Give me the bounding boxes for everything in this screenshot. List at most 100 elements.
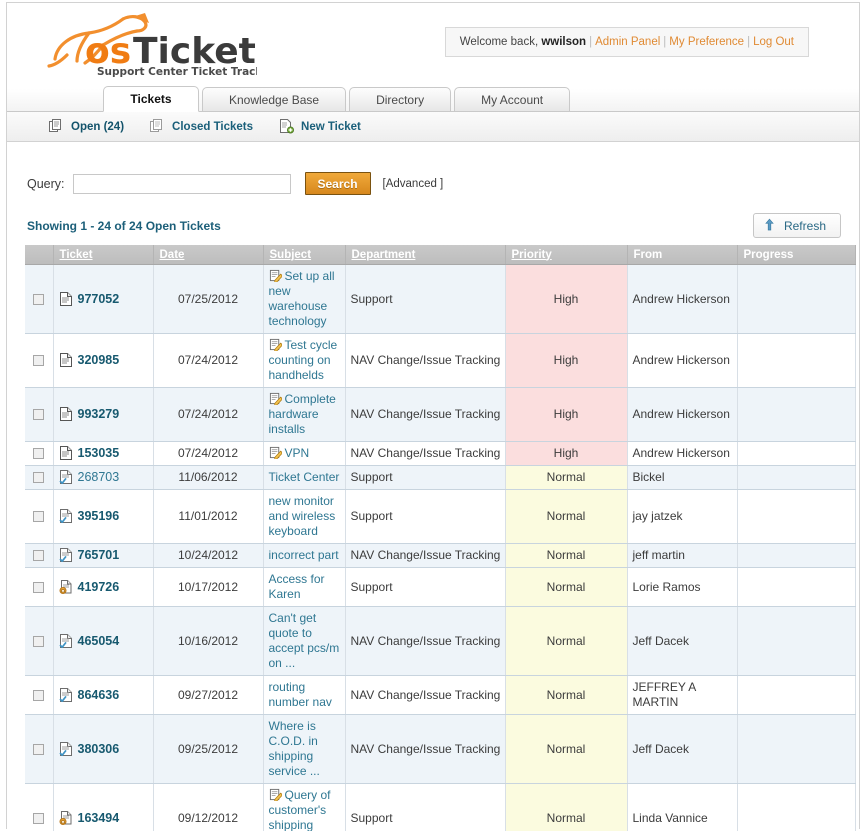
ticket-subject-link[interactable]: routing number nav [269, 680, 332, 709]
ticket-subject-cell[interactable]: VPN [263, 441, 346, 466]
ticket-number-cell[interactable]: 395196 [53, 489, 154, 544]
ticket-subject-cell[interactable]: Query of customer's shipping methods [263, 783, 346, 831]
table-row[interactable]: 320985 07/24/2012 Test cycle counting on h… [25, 333, 856, 388]
table-row[interactable]: 993279 07/24/2012 Complete hardware instal… [25, 387, 856, 442]
row-select-cell[interactable] [25, 264, 54, 334]
row-select-cell[interactable] [25, 465, 54, 490]
ticket-number-cell[interactable]: 268703 [53, 465, 154, 490]
ticket-number-cell[interactable]: 765701 [53, 543, 154, 568]
column-header-priority[interactable]: Priority [505, 245, 628, 265]
ticket-number-link[interactable]: 465054 [78, 634, 120, 648]
subnav-item-open-tickets[interactable]: Open (24) [49, 119, 124, 134]
ticket-subject-link[interactable]: new monitor and wireless keyboard [269, 494, 336, 538]
ticket-number-cell[interactable]: 993279 [53, 387, 154, 442]
subnav-item-new-ticket[interactable]: New Ticket [279, 119, 361, 134]
tab-tickets[interactable]: Tickets [103, 86, 199, 112]
ticket-number-cell[interactable]: 465054 [53, 606, 154, 676]
row-checkbox[interactable] [33, 812, 45, 824]
ticket-subject-link[interactable]: Where is C.O.D. in shipping service ... [269, 719, 320, 778]
ticket-number-link[interactable]: 380306 [78, 742, 120, 756]
table-row[interactable]: 465054 10/16/2012 Can't get quote to accep… [25, 606, 856, 676]
ticket-number-link[interactable]: 864636 [78, 688, 120, 702]
ticket-number-cell[interactable]: 380306 [53, 714, 154, 784]
ticket-subject-cell[interactable]: new monitor and wireless keyboard [263, 489, 346, 544]
ticket-number-link[interactable]: 163494 [78, 811, 120, 825]
osticket-logo[interactable]: os Ticket Support Center Ticket Tracking [37, 11, 257, 79]
ticket-number-link[interactable]: 419726 [78, 580, 120, 594]
ticket-number-link[interactable]: 977052 [78, 292, 120, 306]
tab-directory[interactable]: Directory [349, 87, 452, 112]
ticket-subject-cell[interactable]: Test cycle counting on handhelds [263, 333, 346, 388]
row-checkbox[interactable] [33, 581, 45, 593]
search-input[interactable] [72, 173, 291, 194]
ticket-subject-cell[interactable]: Where is C.O.D. in shipping service ... [263, 714, 346, 784]
ticket-subject-cell[interactable]: incorrect part [263, 543, 346, 568]
table-row[interactable]: 163494 09/12/2012 Query of customer's ship… [25, 783, 856, 831]
ticket-subject-cell[interactable]: Complete hardware installs [263, 387, 346, 442]
row-checkbox[interactable] [33, 689, 45, 701]
search-button[interactable]: Search [304, 172, 371, 195]
ticket-subject-cell[interactable]: routing number nav [263, 675, 346, 715]
ticket-number-link[interactable]: 395196 [78, 509, 120, 523]
column-header-date[interactable]: Date [153, 245, 264, 265]
sort-date-link[interactable]: Date [160, 249, 185, 261]
row-select-cell[interactable] [25, 333, 54, 388]
table-row[interactable]: 419726 10/17/2012 Access for Karen Support N… [25, 567, 856, 607]
sort-priority-link[interactable]: Priority [512, 249, 552, 261]
ticket-number-cell[interactable]: 163494 [53, 783, 154, 831]
ticket-subject-cell[interactable]: Access for Karen [263, 567, 346, 607]
row-checkbox[interactable] [33, 293, 45, 305]
table-row[interactable]: 153035 07/24/2012 VPN NAV Change/Issue Trac… [25, 441, 856, 466]
ticket-number-cell[interactable]: 320985 [53, 333, 154, 388]
ticket-subject-link[interactable]: Ticket Center [269, 470, 340, 484]
column-header-ticket[interactable]: Ticket [53, 245, 154, 265]
ticket-subject-link[interactable]: incorrect part [269, 548, 339, 562]
advanced-search-link[interactable]: [Advanced ] [383, 178, 444, 190]
ticket-number-link[interactable]: 765701 [78, 548, 120, 562]
ticket-subject-link[interactable]: Access for Karen [269, 572, 325, 601]
ticket-number-cell[interactable]: 153035 [53, 441, 154, 466]
ticket-number-cell[interactable]: 977052 [53, 264, 154, 334]
ticket-subject-cell[interactable]: Set up all new warehouse technology [263, 264, 346, 334]
ticket-subject-cell[interactable]: Ticket Center [263, 465, 346, 490]
ticket-subject-link[interactable]: VPN [285, 446, 310, 460]
row-checkbox[interactable] [33, 448, 45, 460]
ticket-number-link[interactable]: 153035 [78, 446, 120, 460]
table-row[interactable]: 977052 07/25/2012 Set up all new warehouse… [25, 264, 856, 334]
row-select-cell[interactable] [25, 387, 54, 442]
ticket-subject-cell[interactable]: Can't get quote to accept pcs/m on ... [263, 606, 346, 676]
log-out-link[interactable]: Log Out [753, 36, 794, 48]
admin-panel-link[interactable]: Admin Panel [595, 36, 660, 48]
row-select-cell[interactable] [25, 606, 54, 676]
column-header-department[interactable]: Department [345, 245, 506, 265]
table-row[interactable]: 268703 11/06/2012 Ticket Center Support Norm… [25, 465, 856, 490]
table-row[interactable]: 765701 10/24/2012 incorrect part NAV Change… [25, 543, 856, 568]
ticket-subject-link[interactable]: Can't get quote to accept pcs/m on ... [269, 611, 340, 670]
table-row[interactable]: 395196 11/01/2012 new monitor and wireless… [25, 489, 856, 544]
ticket-number-link[interactable]: 320985 [78, 353, 120, 367]
row-checkbox[interactable] [33, 355, 45, 367]
row-select-cell[interactable] [25, 783, 54, 831]
subnav-item-closed-tickets[interactable]: Closed Tickets [150, 119, 253, 134]
row-select-cell[interactable] [25, 675, 54, 715]
row-select-cell[interactable] [25, 714, 54, 784]
row-select-cell[interactable] [25, 441, 54, 466]
row-checkbox[interactable] [33, 550, 45, 562]
sort-subject-link[interactable]: Subject [270, 249, 312, 261]
row-checkbox[interactable] [33, 635, 45, 647]
tab-knowledge-base[interactable]: Knowledge Base [202, 87, 347, 112]
tab-my-account[interactable]: My Account [454, 87, 571, 112]
column-header-subject[interactable]: Subject [263, 245, 346, 265]
row-select-cell[interactable] [25, 567, 54, 607]
row-select-cell[interactable] [25, 489, 54, 544]
table-row[interactable]: 380306 09/25/2012 Where is C.O.D. in shipp… [25, 714, 856, 784]
table-row[interactable]: 864636 09/27/2012 routing number nav NAV Ch… [25, 675, 856, 715]
ticket-number-cell[interactable]: 864636 [53, 675, 154, 715]
row-checkbox[interactable] [33, 472, 45, 484]
row-checkbox[interactable] [33, 511, 45, 523]
row-select-cell[interactable] [25, 543, 54, 568]
ticket-number-cell[interactable]: 419726 [53, 567, 154, 607]
ticket-number-link[interactable]: 993279 [78, 407, 120, 421]
sort-ticket-link[interactable]: Ticket [60, 249, 93, 261]
row-checkbox[interactable] [33, 409, 45, 421]
